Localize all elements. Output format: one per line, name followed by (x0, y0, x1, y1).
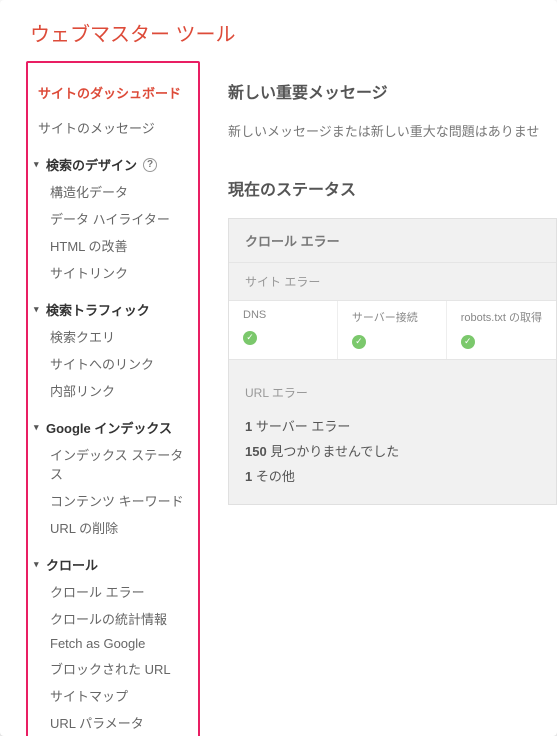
sidebar: サイトのダッシュボード サイトのメッセージ ▾ 検索のデザイン ? 構造化データ… (26, 61, 200, 736)
status-col-robots: robots.txt の取得 ✓ (447, 301, 556, 359)
status-label: サーバー接続 (352, 309, 432, 325)
chevron-down-icon: ▾ (34, 422, 42, 433)
status-col-server: サーバー接続 ✓ (338, 301, 447, 359)
sidebar-section-label: Google インデックス (46, 418, 172, 437)
sidebar-section-label: クロール (46, 555, 98, 574)
url-error-item[interactable]: 1 サーバー エラー (245, 413, 540, 438)
status-table: DNS ✓ サーバー接続 ✓ robots.txt の取得 ✓ (229, 300, 556, 360)
sidebar-item[interactable]: URL パラメータ (46, 709, 194, 736)
chevron-down-icon: ▾ (34, 559, 42, 570)
crawl-errors-header[interactable]: クロール エラー (229, 219, 556, 263)
help-icon[interactable]: ? (143, 158, 157, 172)
sidebar-children: クロール エラー クロールの統計情報 Fetch as Google ブロックさ… (32, 578, 194, 736)
sidebar-section-header[interactable]: ▾ クロール (32, 551, 194, 578)
messages-text: 新しいメッセージまたは新しい重大な問題はありませ (228, 121, 557, 140)
sidebar-section-header[interactable]: ▾ Google インデックス (32, 414, 194, 441)
sidebar-messages[interactable]: サイトのメッセージ (32, 114, 194, 141)
header: ウェブマスター ツール (0, 0, 557, 61)
url-error-item[interactable]: 1 その他 (245, 463, 540, 488)
sidebar-item[interactable]: サイトへのリンク (46, 350, 194, 377)
sidebar-section-google-index: ▾ Google インデックス インデックス ステータス コンテンツ キーワード… (32, 414, 194, 541)
sidebar-section-label: 検索トラフィック (46, 300, 150, 319)
sidebar-item[interactable]: コンテンツ キーワード (46, 487, 194, 514)
sidebar-dashboard[interactable]: サイトのダッシュボード (32, 79, 194, 106)
sidebar-item[interactable]: 検索クエリ (46, 323, 194, 350)
check-ok-icon: ✓ (243, 331, 257, 345)
sidebar-section-header[interactable]: ▾ 検索トラフィック (32, 296, 194, 323)
url-errors-heading: URL エラー (229, 360, 556, 413)
sidebar-item[interactable]: サイトマップ (46, 682, 194, 709)
page-title: ウェブマスター ツール (30, 18, 527, 47)
window: ウェブマスター ツール サイトのダッシュボード サイトのメッセージ ▾ 検索のデ… (0, 0, 557, 736)
sidebar-section-crawl: ▾ クロール クロール エラー クロールの統計情報 Fetch as Googl… (32, 551, 194, 736)
sidebar-item[interactable]: インデックス ステータス (46, 441, 194, 487)
sidebar-item[interactable]: 構造化データ (46, 178, 194, 205)
sidebar-section-search-traffic: ▾ 検索トラフィック 検索クエリ サイトへのリンク 内部リンク (32, 296, 194, 404)
check-ok-icon: ✓ (352, 335, 366, 349)
sidebar-item[interactable]: クロール エラー (46, 578, 194, 605)
content-area: サイトのダッシュボード サイトのメッセージ ▾ 検索のデザイン ? 構造化データ… (0, 61, 557, 736)
chevron-down-icon: ▾ (34, 304, 42, 315)
messages-heading: 新しい重要メッセージ (228, 79, 557, 103)
chevron-down-icon: ▾ (34, 159, 42, 170)
sidebar-children: 検索クエリ サイトへのリンク 内部リンク (32, 323, 194, 404)
sidebar-section-search-design: ▾ 検索のデザイン ? 構造化データ データ ハイライター HTML の改善 サ… (32, 151, 194, 286)
check-ok-icon: ✓ (461, 335, 475, 349)
main-content: 新しい重要メッセージ 新しいメッセージまたは新しい重大な問題はありませ 現在のス… (200, 61, 557, 736)
sidebar-item[interactable]: ブロックされた URL (46, 655, 194, 682)
status-col-dns: DNS ✓ (229, 301, 338, 359)
status-panel: クロール エラー サイト エラー DNS ✓ サーバー接続 ✓ robots.t… (228, 218, 557, 505)
sidebar-section-header[interactable]: ▾ 検索のデザイン ? (32, 151, 194, 178)
url-error-list: 1 サーバー エラー 150 見つかりませんでした 1 その他 (229, 413, 556, 504)
sidebar-item[interactable]: クロールの統計情報 (46, 605, 194, 632)
sidebar-item[interactable]: HTML の改善 (46, 232, 194, 259)
sidebar-section-label: 検索のデザイン (46, 155, 137, 174)
sidebar-children: インデックス ステータス コンテンツ キーワード URL の削除 (32, 441, 194, 541)
status-label: robots.txt の取得 (461, 309, 542, 325)
url-error-item[interactable]: 150 見つかりませんでした (245, 438, 540, 463)
status-heading: 現在のステータス (228, 176, 557, 200)
sidebar-item[interactable]: 内部リンク (46, 377, 194, 404)
sidebar-item[interactable]: Fetch as Google (46, 632, 194, 655)
site-errors-label: サイト エラー (229, 263, 556, 300)
status-label: DNS (243, 309, 323, 321)
sidebar-item[interactable]: データ ハイライター (46, 205, 194, 232)
sidebar-item[interactable]: サイトリンク (46, 259, 194, 286)
sidebar-children: 構造化データ データ ハイライター HTML の改善 サイトリンク (32, 178, 194, 286)
sidebar-item[interactable]: URL の削除 (46, 514, 194, 541)
